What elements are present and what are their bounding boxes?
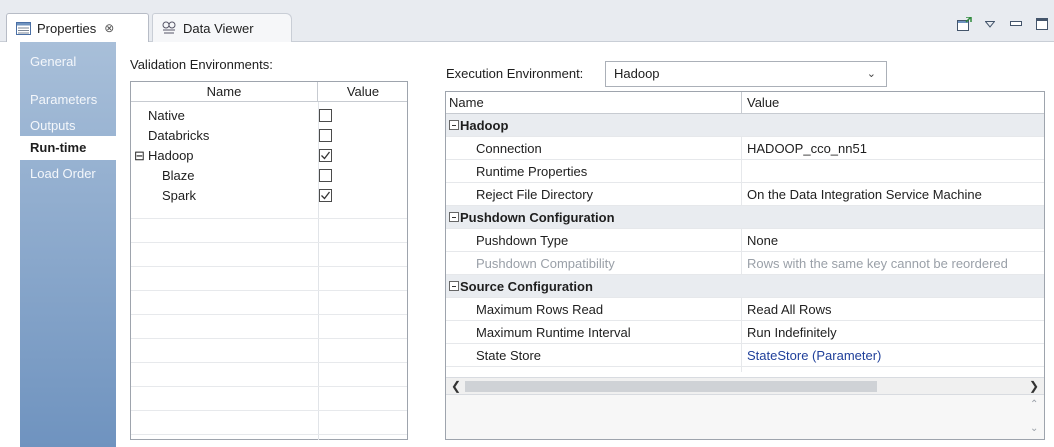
blaze-checkbox[interactable] <box>319 169 332 182</box>
validation-environments-label: Validation Environments: <box>130 57 273 72</box>
row-divider <box>131 386 407 387</box>
new-window-icon[interactable] <box>956 16 972 32</box>
scroll-down-icon[interactable]: ⌄ <box>1030 423 1038 434</box>
property-name: Pushdown Compatibility <box>476 256 615 271</box>
environment-name: Native <box>148 108 185 123</box>
table-row: Databricks <box>131 126 407 146</box>
column-header-value: Value <box>747 95 780 110</box>
row-divider <box>131 362 407 363</box>
table-row[interactable]: State Store StateStore (Parameter) <box>446 344 1044 367</box>
row-divider <box>131 266 407 267</box>
property-name: Maximum Rows Read <box>476 302 604 317</box>
minimize-icon[interactable] <box>1008 16 1024 32</box>
group-name: Hadoop <box>460 118 509 133</box>
row-divider <box>131 314 407 315</box>
tab-data-viewer-label: Data Viewer <box>183 20 254 36</box>
collapse-icon[interactable] <box>449 212 459 222</box>
group-row-source-configuration[interactable]: Source Configuration <box>446 275 1044 298</box>
property-name: Runtime Properties <box>476 164 588 179</box>
collapse-icon[interactable] <box>449 281 459 291</box>
environment-name: Blaze <box>162 168 195 183</box>
tab-properties[interactable]: Properties ⊗ <box>6 13 149 42</box>
execution-environment-label: Execution Environment: <box>446 66 584 81</box>
group-row-pushdown-configuration[interactable]: Pushdown Configuration <box>446 206 1044 229</box>
table-header: Name Value <box>131 82 407 102</box>
table-row[interactable]: Maximum Runtime Interval Run Indefinitel… <box>446 321 1044 344</box>
property-value[interactable]: None <box>747 229 778 252</box>
property-value: Rows with the same key cannot be reorder… <box>747 256 1008 271</box>
property-value[interactable]: Read All Rows <box>747 298 832 321</box>
row-divider <box>131 338 407 339</box>
property-value[interactable]: HADOOP_cco_nn51 <box>747 137 867 160</box>
horizontal-scrollbar[interactable]: ❮ ❯ <box>446 377 1044 394</box>
environment-name: Hadoop <box>148 148 194 163</box>
row-divider <box>131 410 407 411</box>
property-description-area: ⌃ ⌄ <box>446 394 1044 439</box>
table-row: ⊟ Hadoop <box>131 146 407 166</box>
table-row[interactable]: Reject File Directory On the Data Integr… <box>446 183 1044 206</box>
row-divider <box>131 434 407 435</box>
hadoop-checkbox[interactable] <box>319 149 332 162</box>
row-divider <box>131 218 407 219</box>
nav-item-run-time[interactable]: Run-time <box>20 136 116 160</box>
execution-environment-select[interactable]: Hadoop ⌄ <box>605 61 887 87</box>
property-name: Maximum Runtime Interval <box>476 325 631 340</box>
row-divider <box>131 242 407 243</box>
row-divider <box>131 290 407 291</box>
validation-environments-table: Name Value Native Databricks ⊟ Hadoop Bl… <box>130 81 408 440</box>
property-name: Reject File Directory <box>476 187 594 202</box>
column-divider <box>741 92 742 114</box>
tab-data-viewer[interactable]: Data Viewer <box>152 13 292 42</box>
property-name: Pushdown Type <box>476 233 569 248</box>
chevron-down-icon: ⌄ <box>866 68 876 80</box>
property-name: State Store <box>476 348 542 363</box>
group-name: Pushdown Configuration <box>460 210 615 225</box>
column-header-value: Value <box>346 84 380 99</box>
collapse-icon[interactable]: ⊟ <box>134 146 145 166</box>
view-menu-icon[interactable] <box>982 16 998 32</box>
group-name: Source Configuration <box>460 279 593 294</box>
state-store-link[interactable]: StateStore (Parameter) <box>747 344 881 367</box>
column-header-name: Name <box>449 95 484 110</box>
table-row[interactable]: Runtime Properties <box>446 160 1044 183</box>
nav-item-load-order[interactable]: Load Order <box>20 162 116 186</box>
section-navigation: General Parameters Outputs Run-time Load… <box>20 42 116 447</box>
nav-item-parameters[interactable]: Parameters <box>20 88 116 112</box>
environment-name: Databricks <box>148 128 210 143</box>
runtime-properties-table: Name Value Hadoop Connection HADOOP_cco_… <box>445 91 1045 440</box>
scroll-right-icon[interactable]: ❯ <box>1026 378 1042 395</box>
environment-name: Spark <box>162 188 196 203</box>
maximize-icon[interactable] <box>1034 16 1050 32</box>
databricks-checkbox[interactable] <box>319 129 332 142</box>
collapse-icon[interactable] <box>449 120 459 130</box>
table-row: Native <box>131 106 407 126</box>
table-row: Blaze <box>131 166 407 186</box>
table-row: Spark <box>131 186 407 206</box>
table-row[interactable]: Maximum Rows Read Read All Rows <box>446 298 1044 321</box>
table-row: Pushdown Compatibility Rows with the sam… <box>446 252 1044 275</box>
view-toolbar <box>956 16 1050 32</box>
nav-item-general[interactable]: General <box>20 50 116 74</box>
data-viewer-icon <box>161 21 177 35</box>
execution-environment-value: Hadoop <box>614 66 660 81</box>
property-value[interactable]: On the Data Integration Service Machine <box>747 183 982 206</box>
table-row[interactable]: Pushdown Type None <box>446 229 1044 252</box>
scroll-left-icon[interactable]: ❮ <box>448 378 464 395</box>
scrollbar-thumb[interactable] <box>465 381 877 392</box>
table-header: Name Value <box>446 92 1044 114</box>
property-name: Connection <box>476 141 542 156</box>
properties-icon <box>15 21 31 35</box>
vertical-scrollbar[interactable]: ⌃ ⌄ <box>1028 395 1044 439</box>
nav-item-outputs[interactable]: Outputs <box>20 114 116 138</box>
spark-checkbox[interactable] <box>319 189 332 202</box>
column-header-name: Name <box>131 82 318 102</box>
tab-properties-label: Properties <box>37 20 97 36</box>
table-row[interactable]: Connection HADOOP_cco_nn51 <box>446 137 1044 160</box>
group-row-hadoop[interactable]: Hadoop <box>446 114 1044 137</box>
view-tab-bar: Properties ⊗ Data Viewer <box>0 0 1054 42</box>
close-tab-icon[interactable]: ⊗ <box>104 21 114 35</box>
scroll-up-icon[interactable]: ⌃ <box>1030 399 1038 410</box>
native-checkbox[interactable] <box>319 109 332 122</box>
property-value[interactable]: Run Indefinitely <box>747 321 837 344</box>
